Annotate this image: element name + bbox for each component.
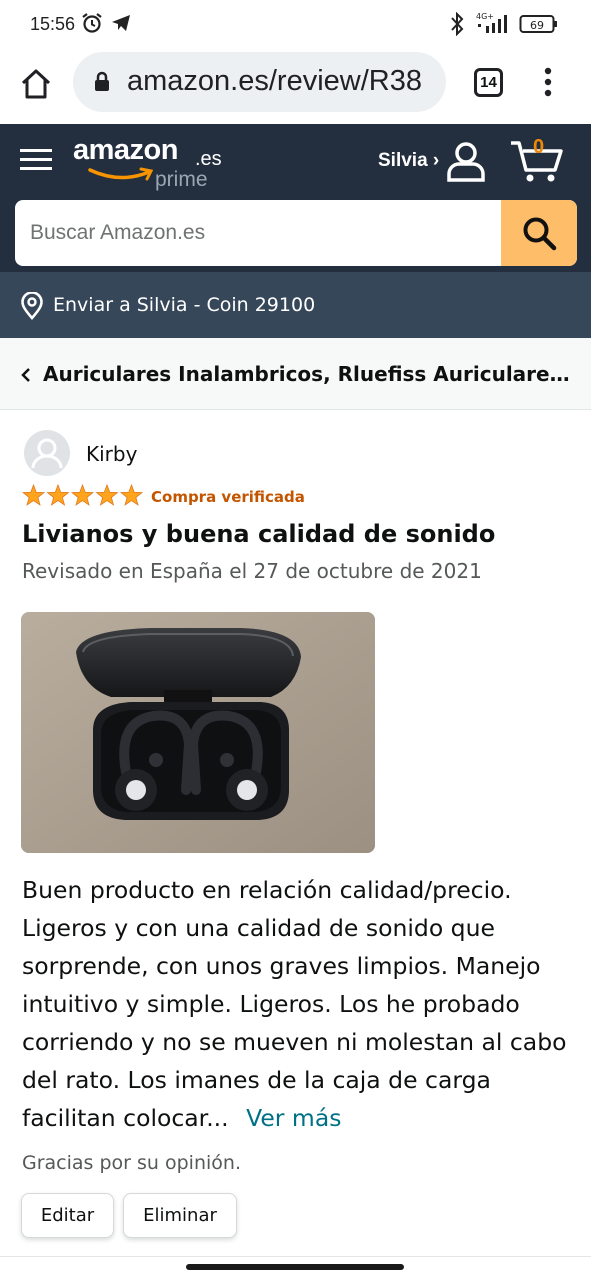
review-body: Buen producto en relación calidad/precio… <box>22 871 577 1137</box>
amazon-header: amazon .es prime Silvia › 0 <box>0 124 591 272</box>
lock-icon <box>93 71 111 97</box>
stars-icon <box>21 483 144 506</box>
star-icon <box>46 483 70 506</box>
see-more-link[interactable]: Ver más <box>246 1104 341 1132</box>
status-time: 15:56 <box>30 14 76 34</box>
person-icon <box>446 140 486 188</box>
divider <box>0 1256 591 1257</box>
review-title: Livianos y buena calidad de sonido <box>22 520 496 548</box>
smile-arrow-icon <box>88 167 154 181</box>
home-icon <box>21 69 51 99</box>
hamburger-icon <box>20 149 52 170</box>
browser-toolbar: amazon.es/review/R38 14 <box>0 50 591 124</box>
more-vert-icon <box>544 67 552 97</box>
star-icon <box>70 483 95 506</box>
search-button[interactable] <box>501 200 577 266</box>
star-icon <box>21 483 46 506</box>
cart-button[interactable]: 0 <box>509 134 565 184</box>
url-text: amazon.es/review/R38 <box>127 65 422 97</box>
tab-switcher-button[interactable]: 14 <box>474 68 503 97</box>
thanks-message: Gracias por su opinión. <box>22 1152 241 1174</box>
location-pin-icon <box>20 291 44 324</box>
delivery-text: Enviar a Silvia - Coin 29100 <box>53 294 316 316</box>
star-rating <box>21 483 146 510</box>
battery-level: 69 <box>530 19 544 32</box>
search-icon <box>523 217 557 251</box>
bluetooth-icon <box>448 11 466 40</box>
review-photo[interactable] <box>21 612 375 853</box>
overflow-menu-button[interactable] <box>540 64 556 100</box>
star-icon <box>119 483 144 506</box>
logo-word: amazon <box>73 134 178 166</box>
network-type: 4G+ <box>476 12 494 21</box>
reviewer-name[interactable]: Kirby <box>86 442 137 466</box>
delivery-location-bar[interactable]: Enviar a Silvia - Coin 29100 <box>0 272 591 338</box>
battery-icon: 69 <box>519 13 559 39</box>
review-date: Revisado en España el 27 de octubre de 2… <box>22 559 482 583</box>
menu-button[interactable] <box>20 143 53 176</box>
avatar <box>24 430 70 476</box>
edit-button[interactable]: Editar <box>21 1193 114 1238</box>
product-link[interactable]: Auriculares Inalambricos, Rluefiss Auric… <box>43 362 573 386</box>
signal-icon: 4G+ <box>474 10 514 40</box>
telegram-icon <box>110 12 132 38</box>
chevron-left-icon <box>20 367 32 387</box>
breadcrumb[interactable]: Auriculares Inalambricos, Rluefiss Auric… <box>0 338 591 410</box>
earbuds-case-image <box>21 612 375 853</box>
address-bar[interactable]: amazon.es/review/R38 <box>73 52 446 112</box>
alarm-icon <box>81 12 103 38</box>
status-bar: 15:56 4G+ 69 <box>0 0 591 50</box>
gesture-bar[interactable] <box>186 1264 404 1270</box>
star-icon <box>95 483 119 506</box>
review-body-text: Buen producto en relación calidad/precio… <box>22 876 567 1132</box>
account-name: Silvia › <box>378 150 440 171</box>
default-avatar-icon <box>25 431 69 475</box>
logo-prime: prime <box>155 168 208 191</box>
search-bar <box>15 200 577 266</box>
cart-count: 0 <box>533 136 545 158</box>
delete-button[interactable]: Eliminar <box>123 1193 237 1238</box>
amazon-logo[interactable]: amazon .es prime <box>73 134 233 194</box>
search-input[interactable] <box>15 200 501 266</box>
home-button[interactable] <box>18 66 54 102</box>
verified-purchase-badge: Compra verificada <box>151 488 305 506</box>
